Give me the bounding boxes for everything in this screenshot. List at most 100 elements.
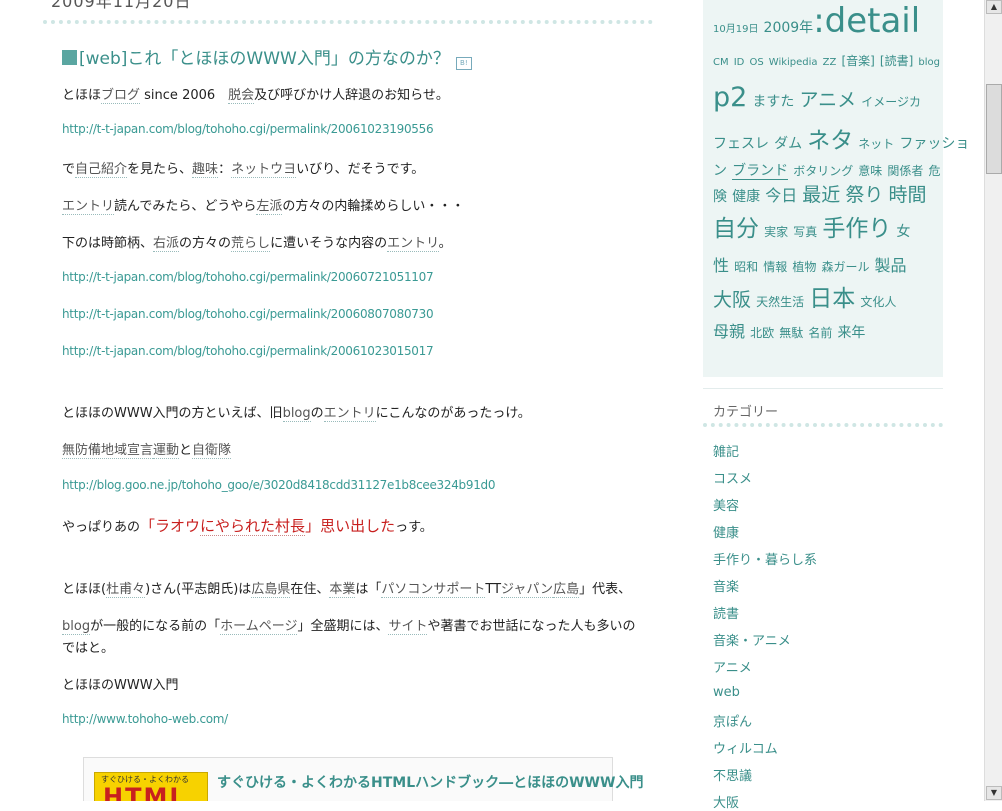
keyword-link[interactable]: 無防備地域宣言 — [62, 443, 154, 459]
vertical-scrollbar[interactable]: ▲ ▼ — [984, 0, 1002, 801]
tag-link[interactable]: 今日 — [765, 186, 797, 205]
category-link[interactable]: web — [713, 685, 740, 700]
tag-link[interactable]: blog — [918, 57, 940, 68]
keyword-link[interactable]: 左派 — [256, 199, 283, 215]
tag-link[interactable]: ボタリング — [793, 164, 853, 178]
tag-link[interactable]: ますた — [752, 94, 794, 110]
url-link-5[interactable]: http://blog.goo.ne.jp/tohoho_goo/e/3020d… — [62, 478, 495, 492]
category-link[interactable]: 手作り・暮らし系 — [713, 549, 817, 568]
url-link-2[interactable]: http://t-t-japan.com/blog/tohoho.cgi/per… — [62, 270, 434, 284]
tag-link[interactable]: ネタ — [807, 128, 853, 154]
bookmark-icon[interactable]: B! — [455, 57, 472, 70]
tag-link[interactable]: Wikipedia — [769, 57, 818, 68]
tag-link[interactable]: アニメ — [800, 89, 857, 111]
keyword-link[interactable]: ブログ — [101, 88, 141, 104]
tag-link[interactable]: 母親 — [713, 322, 745, 341]
tag-link[interactable]: 日本 — [809, 286, 855, 312]
tag-link[interactable]: CM — [713, 57, 729, 68]
keyword-link[interactable]: 趣味 — [192, 162, 219, 178]
tag-link[interactable]: 2009年 — [764, 20, 814, 36]
tag-link[interactable]: 植物 — [792, 260, 816, 274]
keyword-link[interactable]: 自己紹介 — [75, 162, 128, 178]
tag-link[interactable]: 祭り — [845, 184, 883, 206]
entry-title-text[interactable]: [web]これ「とほほのWWW入門」の方なのか？ — [79, 49, 450, 69]
keyword-link[interactable]: 自衛隊 — [192, 443, 232, 459]
tag-link[interactable]: 文化人 — [860, 295, 896, 309]
tag-link[interactable]: :detail — [813, 1, 920, 41]
category-link[interactable]: 大阪 — [713, 792, 739, 811]
entry-title[interactable]: [web]これ「とほほのWWW入門」の方なのか？ B! — [62, 44, 472, 70]
tag-link[interactable]: 時間 — [889, 184, 927, 206]
keyword-link[interactable]: blog — [62, 619, 91, 635]
book-cover-image[interactable]: すぐひける・よくわかる HTML — [94, 772, 208, 801]
tag-link[interactable]: [音楽] — [841, 54, 874, 68]
scroll-thumb[interactable] — [986, 84, 1002, 174]
keyword-link[interactable]: エントリ — [323, 406, 376, 422]
keyword-link[interactable]: ジャパン — [501, 582, 554, 598]
category-link[interactable]: 雑記 — [713, 441, 739, 460]
keyword-link[interactable]: ホームページ — [220, 619, 298, 635]
tag-link[interactable]: 険 — [713, 189, 727, 205]
keyword-link[interactable]: 村長 — [275, 517, 306, 536]
tag-link[interactable]: ン — [713, 163, 727, 179]
url-link-4[interactable]: http://t-t-japan.com/blog/tohoho.cgi/per… — [62, 344, 434, 358]
tag-link[interactable]: 手作り — [822, 216, 891, 242]
tag-link[interactable]: 森ガール — [821, 260, 869, 274]
category-link[interactable]: 不思議 — [713, 765, 752, 784]
tag-link[interactable]: イメージカ — [861, 95, 921, 109]
tag-link[interactable]: 自分 — [713, 216, 759, 242]
tag-link[interactable]: 危 — [929, 164, 941, 178]
tag-link[interactable]: 無駄 — [779, 326, 803, 340]
tag-link[interactable]: 10月19日 — [713, 24, 758, 35]
tag-link[interactable]: ネット — [858, 137, 894, 151]
keyword-link[interactable]: 広島 — [553, 582, 580, 598]
category-link[interactable]: 健康 — [713, 522, 739, 541]
category-link[interactable]: ウィルコム — [713, 738, 778, 757]
category-link[interactable]: 京ぽん — [713, 711, 752, 730]
tag-link[interactable]: 健康 — [732, 189, 760, 205]
tag-link[interactable]: 情報 — [763, 260, 787, 274]
book-title-link[interactable]: すぐひける・よくわかるHTMLハンドブック―とほほのWWW入門 — [217, 772, 643, 792]
tag-link[interactable]: ダム — [774, 136, 802, 152]
url-link-6[interactable]: http://www.tohoho-web.com/ — [62, 712, 228, 726]
tag-link[interactable]: ID — [734, 57, 745, 68]
category-link[interactable]: コスメ — [713, 468, 752, 487]
tag-link[interactable]: OS — [749, 57, 763, 68]
url-link-1[interactable]: http://t-t-japan.com/blog/tohoho.cgi/per… — [62, 122, 434, 136]
scroll-up-arrow-icon[interactable]: ▲ — [986, 0, 1002, 14]
keyword-link[interactable]: 荒らし — [231, 236, 271, 252]
scroll-down-arrow-icon[interactable]: ▼ — [986, 786, 1002, 800]
tag-link[interactable]: 名前 — [808, 326, 832, 340]
tag-link[interactable]: [読書] — [880, 54, 913, 68]
keyword-link[interactable]: にやられた — [200, 517, 276, 536]
tag-link[interactable]: 来年 — [837, 325, 865, 341]
category-link[interactable]: 美容 — [713, 495, 739, 514]
tag-link[interactable]: ブランド — [732, 163, 789, 180]
keyword-link[interactable]: 脱会 — [228, 88, 255, 104]
tag-link[interactable]: フェスレ — [713, 136, 769, 152]
tag-link[interactable]: ファッショ — [899, 136, 969, 152]
keyword-link[interactable]: 本業 — [329, 582, 356, 598]
category-link[interactable]: 音楽・アニメ — [713, 630, 791, 649]
tag-link[interactable]: p2 — [713, 82, 747, 113]
keyword-link[interactable]: 広島県 — [251, 582, 291, 598]
url-link-3[interactable]: http://t-t-japan.com/blog/tohoho.cgi/per… — [62, 307, 434, 321]
keyword-link[interactable]: blog — [282, 406, 311, 422]
tag-link[interactable]: 意味 — [858, 164, 882, 178]
keyword-link[interactable]: パソコンサポート — [381, 582, 486, 598]
tag-link[interactable]: 北欧 — [750, 326, 774, 340]
keyword-link[interactable]: エントリ — [387, 236, 439, 252]
keyword-link[interactable]: サイト — [388, 619, 428, 635]
keyword-link[interactable]: ネットウヨ — [231, 162, 297, 178]
category-link[interactable]: 音楽 — [713, 576, 739, 595]
keyword-link[interactable]: 運動 — [153, 443, 180, 459]
category-link[interactable]: 読書 — [713, 603, 739, 622]
tag-link[interactable]: 性 — [713, 256, 729, 275]
keyword-link[interactable]: 右派 — [153, 236, 180, 252]
tag-link[interactable]: 実家 — [764, 225, 788, 239]
tag-link[interactable]: 大阪 — [713, 289, 751, 311]
tag-link[interactable]: 写真 — [793, 225, 817, 239]
tag-link[interactable]: 天然生活 — [756, 295, 804, 309]
tag-link[interactable]: 昭和 — [734, 260, 758, 274]
category-link[interactable]: アニメ — [713, 657, 752, 676]
